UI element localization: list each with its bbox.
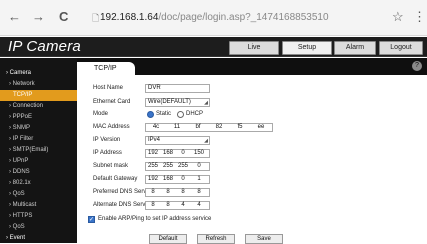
host-name-input[interactable]: DVR bbox=[145, 84, 210, 93]
ip-octet: 0 bbox=[197, 163, 201, 169]
sidebar-item-qos-2[interactable]: › QoS bbox=[0, 222, 77, 233]
browser-menu-icon[interactable]: ⋮ bbox=[413, 9, 426, 25]
host-name-label: Host Name bbox=[93, 85, 124, 91]
ethernet-card-select[interactable]: Wire(DEFAULT) bbox=[145, 98, 210, 107]
mac-octet: bf bbox=[195, 124, 201, 130]
alarm-button[interactable]: Alarm bbox=[334, 41, 376, 55]
default-gateway-label: Default Gateway bbox=[93, 176, 138, 182]
tab-tcpip[interactable]: TCP/IP bbox=[77, 62, 135, 75]
ip-address-label: IP Address bbox=[93, 150, 122, 156]
ethernet-card-label: Ethernet Card bbox=[93, 99, 131, 105]
url-host: 192.168.1.64 bbox=[100, 12, 159, 23]
app-header: IP Camera Live Setup Alarm Logout bbox=[0, 37, 427, 57]
mode-static-label: Static bbox=[156, 111, 172, 117]
sidebar-item-event[interactable]: › Event bbox=[0, 233, 77, 244]
bookmark-star-icon[interactable]: ☆ bbox=[392, 9, 404, 25]
mac-address-label: MAC Address bbox=[93, 124, 130, 130]
ip-version-select[interactable]: IPv4 bbox=[145, 136, 210, 145]
mac-octet: 82 bbox=[215, 124, 223, 130]
live-button[interactable]: Live bbox=[229, 41, 279, 55]
forward-arrow-icon[interactable]: → bbox=[32, 9, 45, 25]
sidebar: › Camera › Network TCP/IP › Connection ›… bbox=[0, 58, 77, 243]
sidebar-item-smtp[interactable]: › SMTP(Email) bbox=[0, 145, 77, 156]
mode-static-radio[interactable] bbox=[147, 111, 154, 118]
sidebar-item-tcpip[interactable]: TCP/IP bbox=[0, 90, 77, 101]
url-path: /doc/page/login.asp?_1474168853510 bbox=[158, 12, 329, 23]
main-panel: TCP/IP ? Host Name DVR Ethernet Card Wir… bbox=[77, 58, 427, 244]
sidebar-item-multicast[interactable]: › Multicast bbox=[0, 200, 77, 211]
sidebar-item-https[interactable]: › HTTPS bbox=[0, 211, 77, 222]
brand-logo: IP Camera bbox=[8, 38, 81, 55]
mode-dhcp-label: DHCP bbox=[186, 111, 204, 117]
ip-version-label: IP Version bbox=[93, 137, 121, 143]
back-arrow-icon[interactable]: ← bbox=[8, 9, 21, 25]
sidebar-item-upnp[interactable]: › UPnP bbox=[0, 156, 77, 167]
sidebar-item-camera[interactable]: › Camera bbox=[0, 68, 77, 79]
sidebar-item-ddns[interactable]: › DDNS bbox=[0, 167, 77, 178]
ip-octet: 1 bbox=[197, 176, 201, 182]
mode-label: Mode bbox=[93, 111, 109, 117]
setup-button[interactable]: Setup bbox=[282, 41, 332, 55]
mode-dhcp-radio[interactable] bbox=[177, 111, 184, 118]
ip-octet: 8 bbox=[197, 189, 201, 195]
page-info-icon[interactable]: 🗋 bbox=[92, 8, 99, 28]
mac-octet: f5 bbox=[237, 124, 243, 130]
subnet-mask-label: Subnet mask bbox=[93, 163, 129, 169]
address-bar[interactable]: 🗋 192.168.1.64/doc/page/login.asp?_14741… bbox=[92, 8, 400, 28]
sidebar-item-8021x[interactable]: › 802.1x bbox=[0, 178, 77, 189]
sidebar-item-qos[interactable]: › QoS bbox=[0, 189, 77, 200]
sidebar-item-snmp[interactable]: › SNMP bbox=[0, 123, 77, 134]
sidebar-item-ip-filter[interactable]: › IP Filter bbox=[0, 134, 77, 145]
reload-icon[interactable]: C bbox=[59, 9, 68, 25]
mac-octet: 11 bbox=[173, 124, 181, 130]
sidebar-item-network[interactable]: › Network bbox=[0, 79, 77, 90]
arp-label: Enable ARP/Ping to set IP address servic… bbox=[98, 216, 212, 222]
ip-octet: 4 bbox=[197, 202, 201, 208]
ip-octet: 150 bbox=[193, 150, 204, 156]
browser-toolbar: ← → C 🗋 192.168.1.64/doc/page/login.asp?… bbox=[0, 0, 427, 36]
tab-bar: TCP/IP ? bbox=[77, 58, 427, 75]
mac-octet: 4c bbox=[152, 124, 160, 130]
arp-checkbox[interactable]: ✓ bbox=[88, 216, 95, 223]
logout-button[interactable]: Logout bbox=[379, 41, 423, 55]
help-icon[interactable]: ? bbox=[412, 61, 422, 71]
mac-octet: ee bbox=[257, 124, 265, 130]
sidebar-item-pppoe[interactable]: › PPPoE bbox=[0, 112, 77, 123]
sidebar-item-connection[interactable]: › Connection bbox=[0, 101, 77, 112]
